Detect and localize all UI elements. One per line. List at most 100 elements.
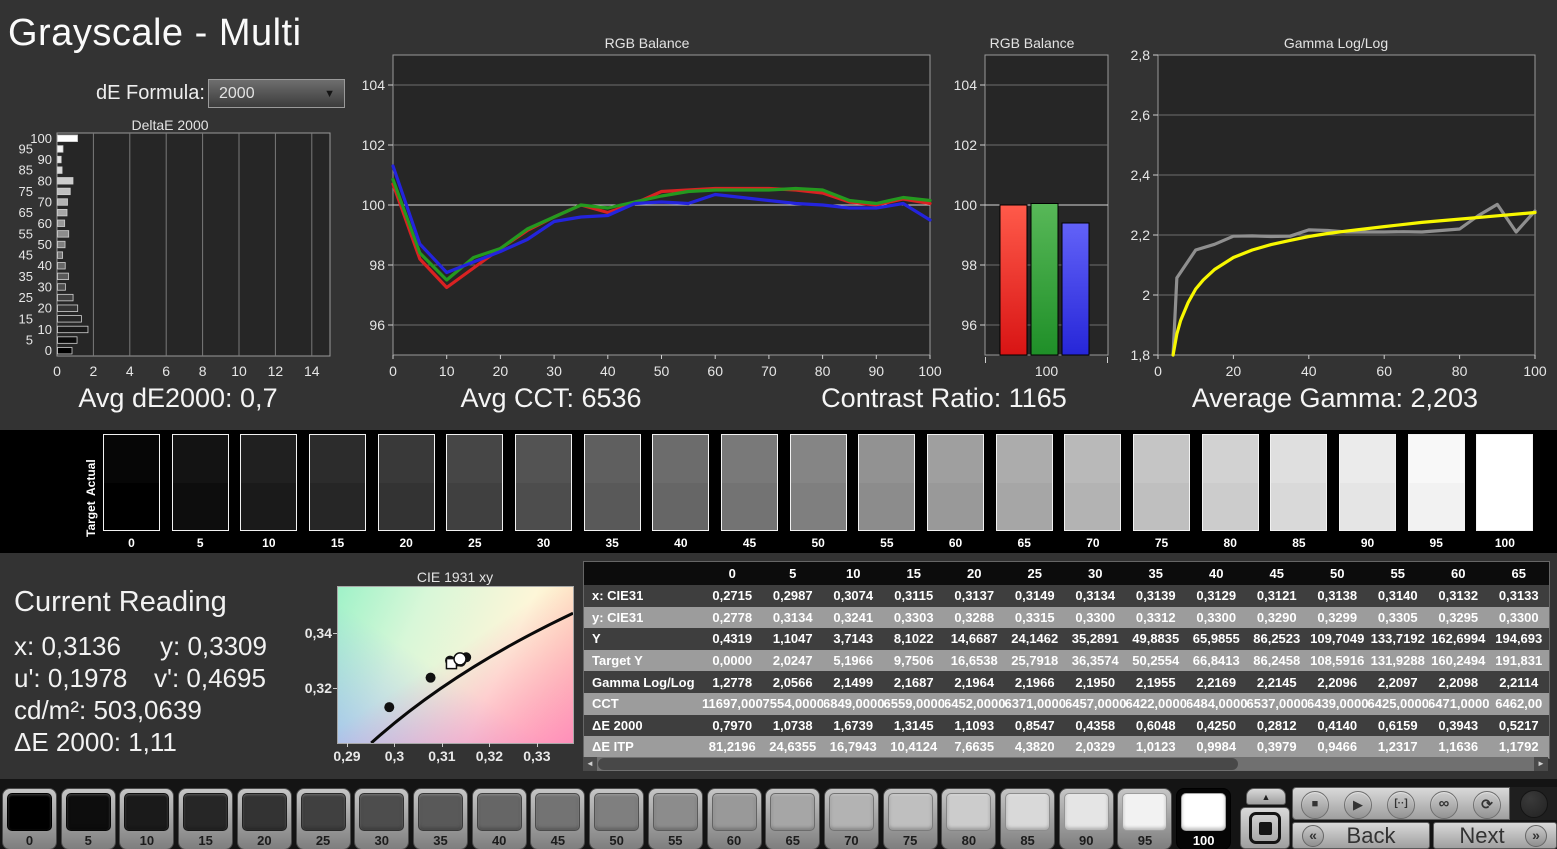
- swatch-level-label: 25: [468, 536, 482, 550]
- swatch-actual: [653, 435, 709, 483]
- back-button[interactable]: « Back: [1292, 822, 1430, 849]
- swatch-level-label: 30: [536, 536, 551, 550]
- deltae-bar-70: [57, 198, 68, 206]
- svg-text:20: 20: [38, 301, 52, 316]
- svg-text:96: 96: [369, 317, 385, 333]
- patch-button-15[interactable]: 15: [178, 788, 234, 849]
- reading-de2000: ΔE 2000: 1,11: [14, 727, 177, 757]
- play-button[interactable]: ▶: [1344, 791, 1372, 819]
- table-cell: 3,7143: [833, 631, 874, 647]
- table-cell: 0,3300: [1498, 609, 1539, 625]
- patch-level-label: 100: [1192, 833, 1215, 848]
- de-formula-dropdown[interactable]: 2000 ▼: [208, 79, 345, 108]
- patch-button-95[interactable]: 95: [1117, 788, 1173, 849]
- patch-button-5[interactable]: 5: [60, 788, 116, 849]
- repeat-button[interactable]: ⟳: [1473, 791, 1501, 819]
- swatch-target: [172, 482, 228, 530]
- stop-button[interactable]: ■: [1301, 791, 1329, 819]
- table-cell: 194,693: [1495, 631, 1543, 647]
- patch-button-70[interactable]: 70: [823, 788, 879, 849]
- patch-swatch: [183, 793, 229, 831]
- svg-text:14: 14: [304, 363, 320, 379]
- patch-level-label: 75: [902, 833, 918, 848]
- svg-text:10: 10: [38, 322, 52, 337]
- svg-text:60: 60: [38, 216, 52, 231]
- patch-button-0[interactable]: 0: [2, 788, 57, 849]
- patch-level-label: 70: [844, 833, 859, 848]
- table-cell: 1,1093: [954, 717, 995, 733]
- grayscale-swatch-40: [652, 434, 710, 531]
- swatch-level-label: 50: [811, 536, 825, 550]
- patch-button-75[interactable]: 75: [882, 788, 938, 849]
- patch-button-55[interactable]: 55: [647, 788, 703, 849]
- measurement-table: 0 5 10 15 20 25 30 35 40 45 50 55 60 65 x: CIE31 0,2715…: [583, 561, 1550, 759]
- table-column-header: 20: [967, 566, 982, 581]
- patch-button-50[interactable]: 50: [589, 788, 645, 849]
- de-formula-value: 2000: [219, 84, 255, 102]
- patch-button-20[interactable]: 20: [236, 788, 292, 849]
- table-cell: 86,2523: [1253, 631, 1301, 647]
- cie-x-tick-label: 0,31: [428, 748, 456, 764]
- swatch-actual: [722, 435, 778, 483]
- table-cell: 0,3115: [894, 588, 934, 604]
- swatch-level-label: 100: [1494, 536, 1515, 550]
- grayscale-swatch-45: [721, 434, 779, 531]
- patch-swatch: [594, 793, 640, 831]
- patch-swatch: [7, 793, 52, 831]
- grayscale-swatch-20: [377, 434, 435, 531]
- svg-text:15: 15: [19, 311, 33, 326]
- next-button[interactable]: Next »: [1433, 822, 1557, 849]
- patch-button-90[interactable]: 90: [1058, 788, 1114, 849]
- patch-button-35[interactable]: 35: [412, 788, 468, 849]
- record-button-disabled[interactable]: [1520, 790, 1548, 818]
- patch-button-25[interactable]: 25: [295, 788, 351, 849]
- table-cell: 6425,0000: [1367, 696, 1429, 712]
- table-row-label: Target Y: [592, 653, 643, 669]
- table-row: Gamma Log/Log 1,2778 2,0566 2,1499 2,1687 2,1…: [584, 671, 1549, 693]
- deltae-bar-15: [57, 315, 82, 323]
- patch-button-100[interactable]: 100: [1176, 788, 1232, 849]
- patch-swatch: [417, 793, 463, 831]
- patch-button-80[interactable]: 80: [941, 788, 997, 849]
- svg-text:98: 98: [369, 257, 385, 273]
- swatch-level-label: 55: [880, 536, 894, 550]
- table-cell: 131,9288: [1370, 653, 1425, 669]
- scroll-left-button[interactable]: ◄: [583, 757, 597, 771]
- de-formula-label: dE Formula:: [96, 82, 205, 104]
- table-horizontal-scrollbar[interactable]: ◄ ►: [583, 757, 1548, 771]
- patch-level-label: 35: [433, 833, 448, 848]
- patch-button-45[interactable]: 45: [530, 788, 586, 849]
- swatch-target: [378, 482, 434, 530]
- patch-button-10[interactable]: 10: [119, 788, 175, 849]
- table-cell: 2,1950: [1075, 674, 1116, 690]
- swatch-target: [1408, 482, 1464, 530]
- chevron-down-icon: ▼: [324, 87, 335, 100]
- swatch-actual: [447, 435, 503, 483]
- table-cell: 108,5916: [1310, 653, 1365, 669]
- patch-level-label: 25: [315, 833, 331, 848]
- patch-level-label: 30: [374, 833, 389, 848]
- cie-x-tick-label: 0,33: [523, 748, 551, 764]
- scroll-right-button[interactable]: ►: [1534, 757, 1548, 771]
- table-cell: 2,2098: [1438, 674, 1479, 690]
- svg-text:50: 50: [654, 363, 670, 378]
- patch-button-30[interactable]: 30: [354, 788, 410, 849]
- patch-button-65[interactable]: 65: [765, 788, 821, 849]
- patch-swatch: [476, 793, 522, 831]
- loop-button[interactable]: ∞: [1430, 791, 1458, 819]
- patch-window-button[interactable]: [1240, 807, 1290, 849]
- table-column-header: 30: [1088, 566, 1103, 581]
- swatch-actual: [516, 435, 572, 483]
- table-row-label: ΔE 2000: [592, 717, 643, 733]
- svg-text:10: 10: [231, 363, 247, 379]
- patch-panel-up-button[interactable]: ▲: [1246, 788, 1286, 805]
- patch-button-85[interactable]: 85: [1000, 788, 1056, 849]
- scrollbar-thumb[interactable]: [598, 758, 1238, 770]
- table-cell: 2,1687: [893, 674, 934, 690]
- patch-button-60[interactable]: 60: [706, 788, 762, 849]
- svg-text:20: 20: [1226, 363, 1242, 378]
- step-button[interactable]: [··]: [1387, 791, 1415, 819]
- patch-button-40[interactable]: 40: [471, 788, 527, 849]
- svg-text:96: 96: [961, 317, 977, 333]
- swatch-level-label: 70: [1086, 536, 1100, 550]
